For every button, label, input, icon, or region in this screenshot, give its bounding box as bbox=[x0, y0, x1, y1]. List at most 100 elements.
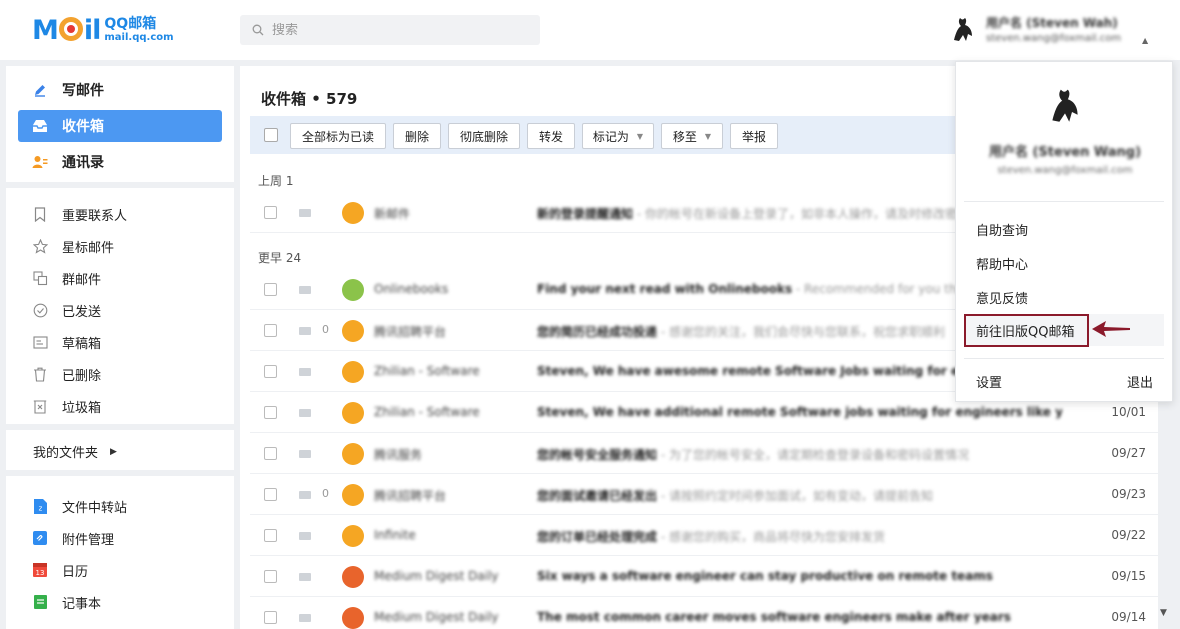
sidebar-item-starred[interactable]: 星标邮件 bbox=[18, 232, 222, 260]
group-label-earlier: 更早 24 bbox=[258, 251, 302, 265]
self-service-query-item[interactable]: 自助查询 bbox=[964, 213, 1164, 245]
mail-date: 09/15 bbox=[1111, 569, 1146, 583]
mail-row[interactable]: 腾讯服务 您的帐号安全服务通知 - 为了您的帐号安全，请定期检查登录设备和密码设置… bbox=[250, 433, 1158, 474]
sender-avatar bbox=[342, 361, 364, 383]
avatar[interactable] bbox=[950, 14, 976, 44]
sender-name: Medium Digest Daily bbox=[374, 569, 499, 583]
compose-button[interactable]: 写邮件 bbox=[18, 74, 222, 106]
row-checkbox[interactable] bbox=[264, 570, 277, 583]
preview-text: - 为了您的帐号安全，请定期检查登录设备和密码设置情况 bbox=[657, 448, 969, 462]
go-to-old-qq-mail-item[interactable]: 前往旧版QQ邮箱 bbox=[964, 314, 1089, 347]
chevron-down-icon: ▼ bbox=[704, 131, 712, 141]
chevron-down-icon: ▼ bbox=[636, 131, 644, 141]
attachment-clip-icon: 0 bbox=[322, 487, 329, 500]
search-icon bbox=[252, 24, 264, 36]
sidebar-item-calendar[interactable]: 13 日历 bbox=[18, 556, 222, 584]
attachment-clip-icon: 0 bbox=[322, 323, 329, 336]
settings-item[interactable]: 设置 bbox=[976, 372, 1002, 391]
mail-row[interactable]: 0 腾讯招聘平台 您的面试邀请已经发出 - 请按照约定时间参加面试，如有变动，请提前… bbox=[250, 474, 1158, 515]
scroll-down-icon[interactable]: ▼ bbox=[1160, 608, 1167, 618]
star-icon bbox=[32, 238, 48, 254]
my-folders-toggle[interactable]: 我的文件夹 ▶ bbox=[33, 442, 117, 461]
sidebar-item-spam[interactable]: 垃圾箱 bbox=[18, 392, 222, 420]
row-checkbox[interactable] bbox=[264, 447, 277, 460]
permanent-delete-button[interactable]: 彻底删除 bbox=[448, 123, 520, 149]
sidebar-item-label: 草稿箱 bbox=[62, 336, 102, 352]
mail-row[interactable]: Infinite 您的订单已经处理完成 - 感谢您的购买，商品将尽快为您安排发货 0… bbox=[250, 515, 1158, 556]
envelope-icon bbox=[299, 532, 311, 540]
row-checkbox[interactable] bbox=[264, 206, 277, 219]
draft-icon bbox=[32, 334, 48, 350]
sidebar-item-file-transfer[interactable]: z 文件中转站 bbox=[18, 492, 222, 520]
envelope-icon bbox=[299, 368, 311, 376]
subject-text: Steven, We have awesome remote Software … bbox=[537, 364, 1019, 378]
sidebar-item-important-contacts[interactable]: 重要联系人 bbox=[18, 200, 222, 228]
mail-date: 09/23 bbox=[1111, 487, 1146, 501]
sidebar-item-drafts[interactable]: 草稿箱 bbox=[18, 328, 222, 356]
my-folders-label: 我的文件夹 bbox=[33, 446, 99, 461]
envelope-icon bbox=[299, 409, 311, 417]
file-transfer-icon: z bbox=[32, 498, 48, 514]
sidebar-item-label: 垃圾箱 bbox=[62, 400, 102, 416]
attachment-manager-icon bbox=[32, 530, 48, 546]
sidebar-item-label: 文件中转站 bbox=[62, 500, 128, 516]
preview-text: - 你的帐号在新设备上登录了，如非本人操作，请及时修改密码 bbox=[633, 207, 969, 221]
logout-item[interactable]: 退出 bbox=[1127, 372, 1153, 391]
caret-right-icon: ▶ bbox=[110, 446, 117, 457]
row-checkbox[interactable] bbox=[264, 324, 277, 337]
sidebar-item-inbox[interactable]: 收件箱 bbox=[18, 110, 222, 142]
sidebar-item-attachments[interactable]: 附件管理 bbox=[18, 524, 222, 552]
contacts-icon bbox=[32, 154, 48, 170]
row-checkbox[interactable] bbox=[264, 488, 277, 501]
move-to-dropdown[interactable]: 移至 ▼ bbox=[661, 123, 723, 149]
row-checkbox[interactable] bbox=[264, 406, 277, 419]
search-box[interactable] bbox=[240, 15, 540, 45]
sender-avatar bbox=[342, 202, 364, 224]
sidebar-item-sent[interactable]: 已发送 bbox=[18, 296, 222, 324]
logo-url: mail.qq.com bbox=[104, 32, 174, 43]
sender-name: 腾讯招聘平台 bbox=[374, 489, 447, 503]
sender-avatar bbox=[342, 402, 364, 424]
qq-mail-logo[interactable]: Mil QQ邮箱 mail.qq.com bbox=[32, 16, 174, 46]
sidebar-item-contacts[interactable]: 通讯录 bbox=[18, 146, 222, 178]
envelope-icon bbox=[299, 327, 311, 335]
delete-button[interactable]: 删除 bbox=[393, 123, 441, 149]
logo-o-icon bbox=[58, 17, 83, 41]
mail-row[interactable]: Medium Digest Daily The most common caree… bbox=[250, 597, 1158, 629]
sidebar-folders: 重要联系人 星标邮件 群邮件 已发送 草稿箱 已删除 垃圾箱 bbox=[6, 188, 234, 424]
group-icon bbox=[32, 270, 48, 286]
spam-icon bbox=[32, 398, 48, 414]
mail-subject: 您的帐号安全服务通知 - 为了您的帐号安全，请定期检查登录设备和密码设置情况 bbox=[537, 446, 1062, 463]
mail-subject: Six ways a software engineer can stay pr… bbox=[537, 569, 1062, 583]
help-center-item[interactable]: 帮助中心 bbox=[964, 247, 1164, 279]
subject-text: 您的订单已经处理完成 bbox=[537, 530, 658, 544]
user-account-menu[interactable]: 用户名 (Steven Wah) steven.wang@foxmail.com… bbox=[950, 12, 1170, 52]
caret-up-icon[interactable]: ▲ bbox=[1142, 36, 1148, 45]
forward-button[interactable]: 转发 bbox=[527, 123, 575, 149]
envelope-icon bbox=[299, 450, 311, 458]
row-checkbox[interactable] bbox=[264, 611, 277, 624]
feedback-item[interactable]: 意见反馈 bbox=[964, 281, 1164, 313]
envelope-icon bbox=[299, 209, 311, 217]
sidebar-item-notepad[interactable]: 记事本 bbox=[18, 588, 222, 616]
sidebar-item-label: 附件管理 bbox=[62, 532, 115, 548]
sidebar-tools: z 文件中转站 附件管理 13 日历 记事本 bbox=[6, 476, 234, 629]
mail-row[interactable]: Medium Digest Daily Six ways a software e… bbox=[250, 556, 1158, 597]
sent-check-icon bbox=[32, 302, 48, 318]
select-all-checkbox[interactable] bbox=[264, 128, 278, 142]
sender-name: Onlinebooks bbox=[374, 282, 449, 296]
sidebar-item-group-mail[interactable]: 群邮件 bbox=[18, 264, 222, 292]
row-checkbox[interactable] bbox=[264, 365, 277, 378]
sender-avatar bbox=[342, 525, 364, 547]
search-input[interactable] bbox=[272, 22, 522, 38]
inbox-label: 收件箱 bbox=[62, 119, 104, 135]
sender-name: Zhilian - Software bbox=[374, 364, 480, 378]
mark-as-dropdown[interactable]: 标记为 ▼ bbox=[582, 123, 654, 149]
sidebar-item-deleted[interactable]: 已删除 bbox=[18, 360, 222, 388]
report-button[interactable]: 举报 bbox=[730, 123, 778, 149]
envelope-icon bbox=[299, 491, 311, 499]
mark-all-read-button[interactable]: 全部标为已读 bbox=[290, 123, 386, 149]
row-checkbox[interactable] bbox=[264, 529, 277, 542]
sender-name: 新邮件 bbox=[374, 207, 411, 221]
row-checkbox[interactable] bbox=[264, 283, 277, 296]
